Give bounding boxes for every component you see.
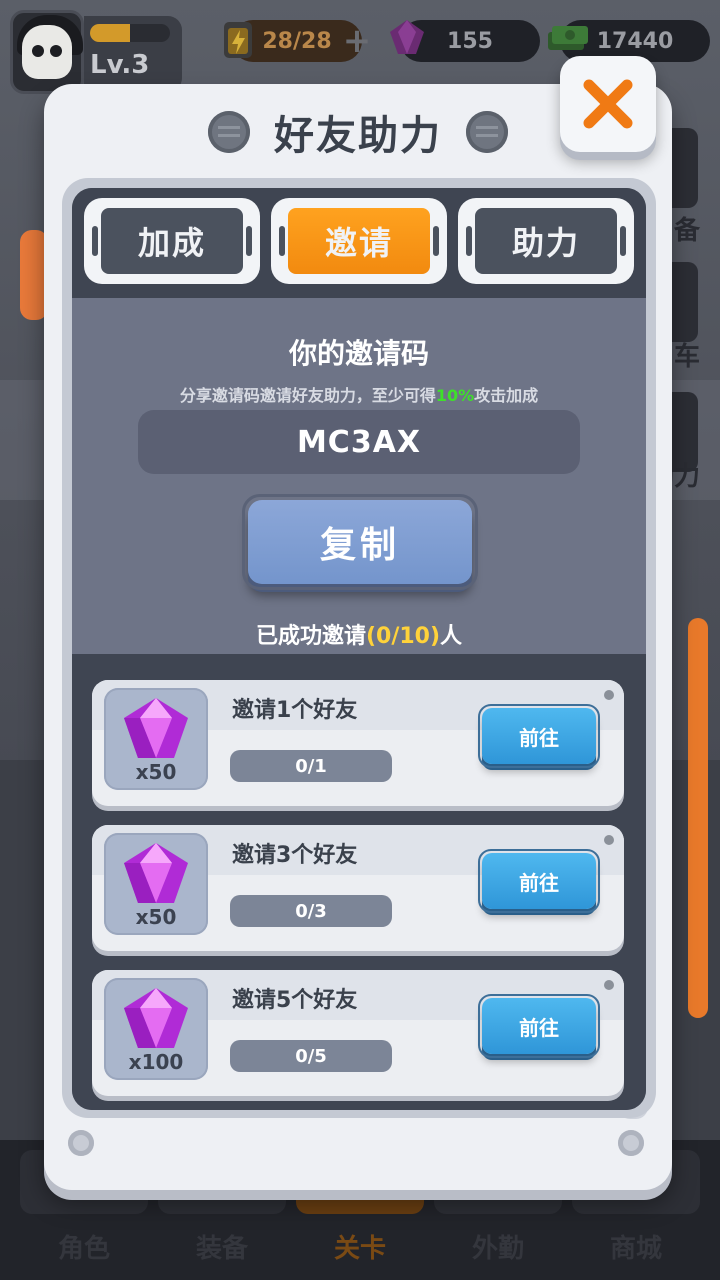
skull-icon [22, 25, 72, 79]
gem-icon [124, 988, 188, 1048]
card-dot [604, 835, 614, 845]
reward-quantity: x100 [128, 1050, 184, 1074]
task-progress: 0/3 [230, 895, 392, 927]
level-label: Lv.3 [90, 50, 150, 80]
nav-item-equip[interactable]: 装备 [196, 1228, 248, 1265]
go-button[interactable]: 前往 [478, 849, 600, 913]
battery-icon [224, 22, 252, 58]
task-progress: 0/1 [230, 750, 392, 782]
go-button[interactable]: 前往 [478, 704, 600, 768]
invited-label: 已成功邀请 [255, 624, 366, 649]
go-button[interactable]: 前往 [478, 994, 600, 1058]
reward-icon-box: x50 [104, 688, 208, 790]
tab-invite-label: 邀请 [288, 208, 430, 274]
bolt-icon [618, 1130, 644, 1156]
tab-assist[interactable]: 助力 [458, 198, 634, 284]
invite-section: 你的邀请码 分享邀请码邀请好友助力，至少可得10%攻击加成 MC3AX 复制 已… [72, 298, 646, 654]
nav-item-stage[interactable]: 关卡 [334, 1228, 386, 1265]
task-label: 邀请5个好友 [232, 988, 358, 1013]
level-progress-fill [90, 24, 130, 42]
modal-title: 好友助力 [274, 113, 442, 159]
reward-icon-box: x100 [104, 978, 208, 1080]
close-button[interactable] [560, 56, 656, 152]
reward-quantity: x50 [135, 760, 177, 784]
player-avatar[interactable] [10, 10, 84, 94]
invited-count-value: (0/10) [365, 624, 441, 649]
reward-card: x100 邀请5个好友 0/5 前往 [92, 970, 624, 1096]
modal-content-panel: 加成 邀请 助力 你的邀请码 分享邀请码邀请好友助力，至少可得10%攻击加成 M… [72, 188, 646, 1110]
invite-code-field[interactable]: MC3AX [138, 410, 580, 474]
invite-description: 分享邀请码邀请好友助力，至少可得10%攻击加成 [72, 382, 646, 406]
task-progress: 0/5 [230, 1040, 392, 1072]
side-rail [688, 618, 708, 1018]
nav-item-field[interactable]: 外勤 [472, 1228, 524, 1265]
reward-quantity: x50 [135, 905, 177, 929]
bolt-icon [466, 111, 508, 153]
close-x-icon [583, 79, 633, 129]
gem-icon [124, 698, 188, 758]
cash-value: 17440 [596, 28, 674, 54]
side-label-2: 车 [673, 342, 700, 372]
task-label: 邀请3个好友 [232, 843, 358, 868]
nav-item-shop[interactable]: 商城 [610, 1228, 662, 1265]
invite-code-heading: 你的邀请码 [288, 337, 429, 370]
reward-list: x50 邀请1个好友 0/1 前往 x50 邀请3个好友 0/3 前往 x100… [72, 654, 646, 1110]
tab-bonus-label: 加成 [101, 208, 243, 274]
invited-unit: 人 [440, 624, 463, 649]
reward-card: x50 邀请3个好友 0/3 前往 [92, 825, 624, 951]
energy-value: 28/28 [262, 28, 332, 54]
gem-icon [390, 20, 424, 54]
tab-bonus[interactable]: 加成 [84, 198, 260, 284]
reward-icon-box: x50 [104, 833, 208, 935]
task-label: 邀请1个好友 [232, 698, 358, 723]
cash-stack-icon [548, 26, 588, 50]
add-energy-button[interactable]: + [340, 24, 374, 58]
bolt-icon [208, 111, 250, 153]
gem-value: 155 [447, 28, 493, 54]
side-label-1: 备 [673, 216, 700, 246]
invite-desc-text: 分享邀请码邀请好友助力，至少可得 [179, 386, 436, 405]
invited-count: 已成功邀请(0/10)人 [72, 618, 646, 650]
invite-desc-highlight: 10% [435, 386, 475, 405]
bolt-icon [68, 1130, 94, 1156]
card-dot [604, 690, 614, 700]
reward-card: x50 邀请1个好友 0/1 前往 [92, 680, 624, 806]
tab-bar: 加成 邀请 助力 [72, 188, 646, 298]
nav-item-role[interactable]: 角色 [58, 1228, 110, 1265]
level-progress-bar [90, 24, 170, 42]
gem-icon [124, 843, 188, 903]
invite-desc-text-end: 攻击加成 [474, 386, 539, 405]
copy-button[interactable]: 复制 [242, 494, 478, 590]
card-dot [604, 980, 614, 990]
tab-assist-label: 助力 [475, 208, 617, 274]
gem-counter: 155 [390, 20, 540, 62]
tab-invite[interactable]: 邀请 [271, 198, 447, 284]
